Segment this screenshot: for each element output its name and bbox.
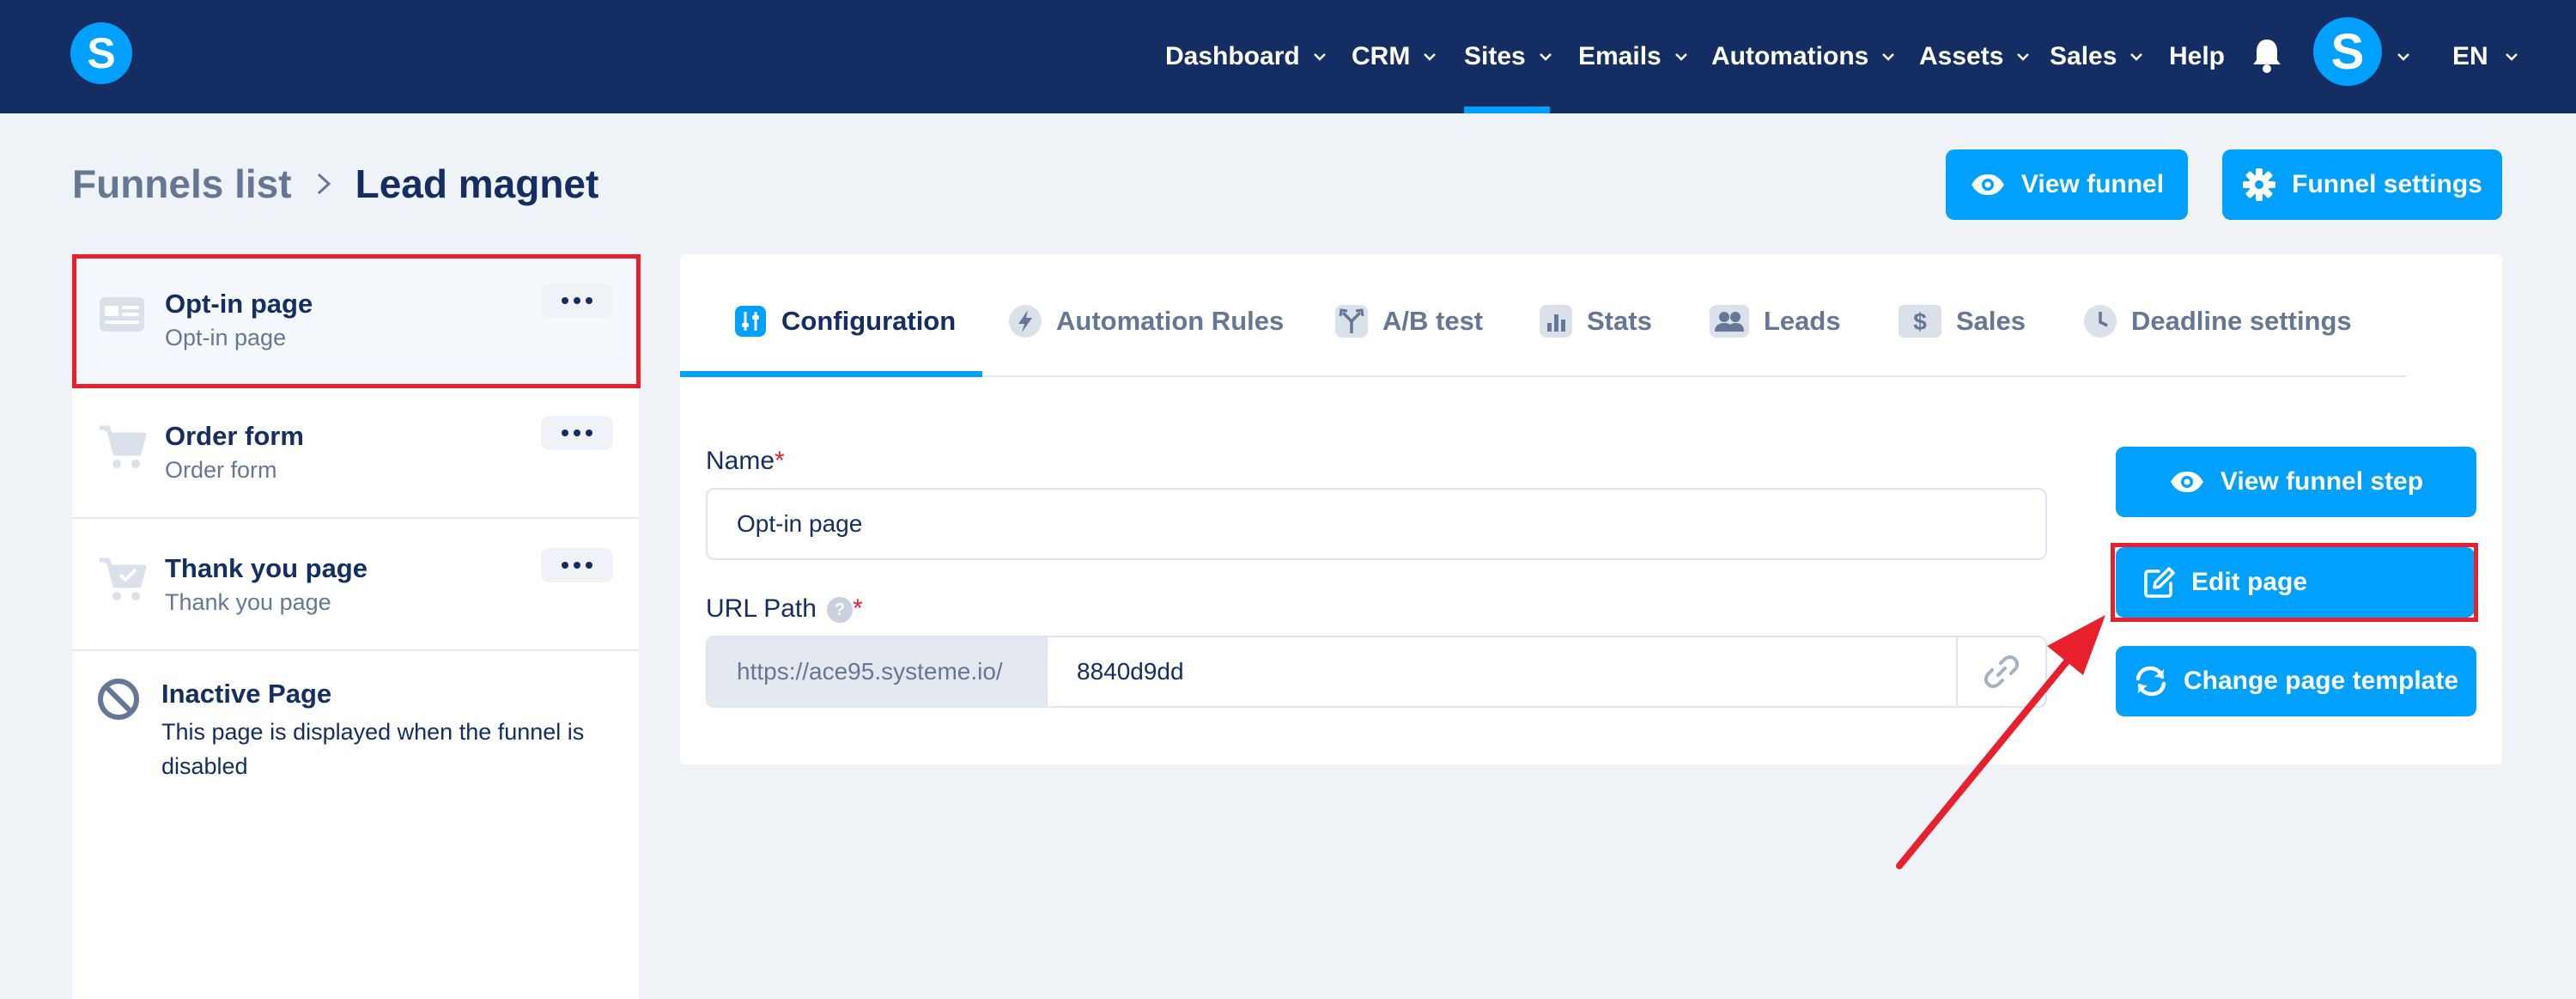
chevron-right-icon [317,173,331,195]
chevron-down-icon [2017,53,2030,61]
tab-configuration[interactable]: Configuration [733,297,956,345]
url-path-input[interactable]: 8840d9dd [1046,636,1956,708]
nav-item-sales[interactable]: Sales [2050,0,2144,113]
chevron-down-icon [1313,53,1326,61]
sidebar-step-inactive[interactable]: Inactive Page This page is displayed whe… [72,651,639,823]
more-options-button[interactable] [541,548,613,582]
bar-chart-icon [1540,305,1572,338]
cart-check-icon [100,557,147,600]
nav-item-dashboard[interactable]: Dashboard [1165,0,1327,113]
clock-icon [2084,305,2117,338]
step-subtitle: Thank you page [165,589,331,615]
nav-item-sites[interactable]: Sites [1464,0,1553,113]
tab-sales[interactable]: $ Sales [1898,297,2026,345]
view-funnel-button[interactable]: View funnel [1946,149,2188,220]
highlight-edit-page [2111,543,2478,622]
link-icon [1984,655,2020,688]
breadcrumb-funnels-list[interactable]: Funnels list [72,161,292,207]
eye-icon [1971,174,2004,195]
nav-item-crm[interactable]: CRM [1352,0,1437,113]
top-navbar: S Dashboard CRM Sites Emails Automations… [0,0,2576,113]
split-icon [1335,305,1368,338]
gear-icon [2243,168,2276,201]
copy-link-button[interactable] [1956,636,2047,708]
step-title: Inactive Page [161,679,332,709]
language-selector[interactable]: EN [2452,0,2519,113]
more-options-button[interactable] [541,416,613,450]
sidebar-step-thank-you[interactable]: Thank you page Thank you page [72,519,639,651]
sidebar-step-order-form[interactable]: Order form Order form [72,387,639,519]
tab-leads[interactable]: Leads [1709,297,1841,345]
step-subtitle: Order form [165,457,277,483]
tab-deadline-settings[interactable]: Deadline settings [2083,297,2352,345]
svg-text:$: $ [1913,308,1927,335]
active-nav-indicator [1464,107,1550,113]
chevron-down-icon [2130,53,2143,61]
change-page-template-button[interactable]: Change page template [2116,646,2476,716]
step-description: This page is displayed when the funnel i… [161,719,585,779]
nav-item-automations[interactable]: Automations [1711,0,1896,113]
avatar-dropdown[interactable] [2387,0,2411,113]
systeme-logo[interactable]: S [70,22,132,84]
nav-item-help[interactable]: Help [2169,0,2225,113]
tab-stats[interactable]: Stats [1539,297,1652,345]
chevron-down-icon [1539,53,1552,61]
ban-icon [98,679,139,720]
url-domain-prefix: https://ace95.systeme.io/ [706,636,1046,708]
view-funnel-step-button[interactable]: View funnel step [2116,447,2476,517]
chevron-down-icon [1424,53,1437,61]
active-tab-indicator [680,371,982,377]
step-title: Order form [165,421,304,451]
cart-icon [100,425,147,468]
step-title: Thank you page [165,553,368,583]
chevron-down-icon [2397,53,2409,61]
tab-ab-test[interactable]: A/B test [1334,297,1483,345]
chevron-down-icon [2505,53,2518,61]
chevron-down-icon [1674,53,1687,61]
name-label: Name* [706,447,785,475]
refresh-icon [2136,666,2166,697]
eye-icon [2170,472,2203,492]
url-path-label: URL Path? * [706,594,863,624]
users-icon [1710,305,1749,338]
chevron-down-icon [1882,53,1895,61]
highlight-opt-in-step [72,254,641,388]
breadcrumb: Funnels list Lead magnet [72,158,598,210]
avatar[interactable]: S [2313,17,2382,86]
bell-icon[interactable] [2250,36,2284,74]
help-icon[interactable]: ? [826,597,853,624]
funnel-settings-button[interactable]: Funnel settings [2222,149,2502,220]
sliders-icon [735,306,766,337]
name-input[interactable]: Opt-in page [706,488,2047,560]
page-title: Lead magnet [355,161,599,206]
nav-item-emails[interactable]: Emails [1578,0,1689,113]
tab-automation-rules[interactable]: Automation Rules [1008,297,1284,345]
dollar-icon: $ [1899,305,1941,338]
bolt-icon [1009,305,1042,338]
nav-item-assets[interactable]: Assets [1919,0,2031,113]
